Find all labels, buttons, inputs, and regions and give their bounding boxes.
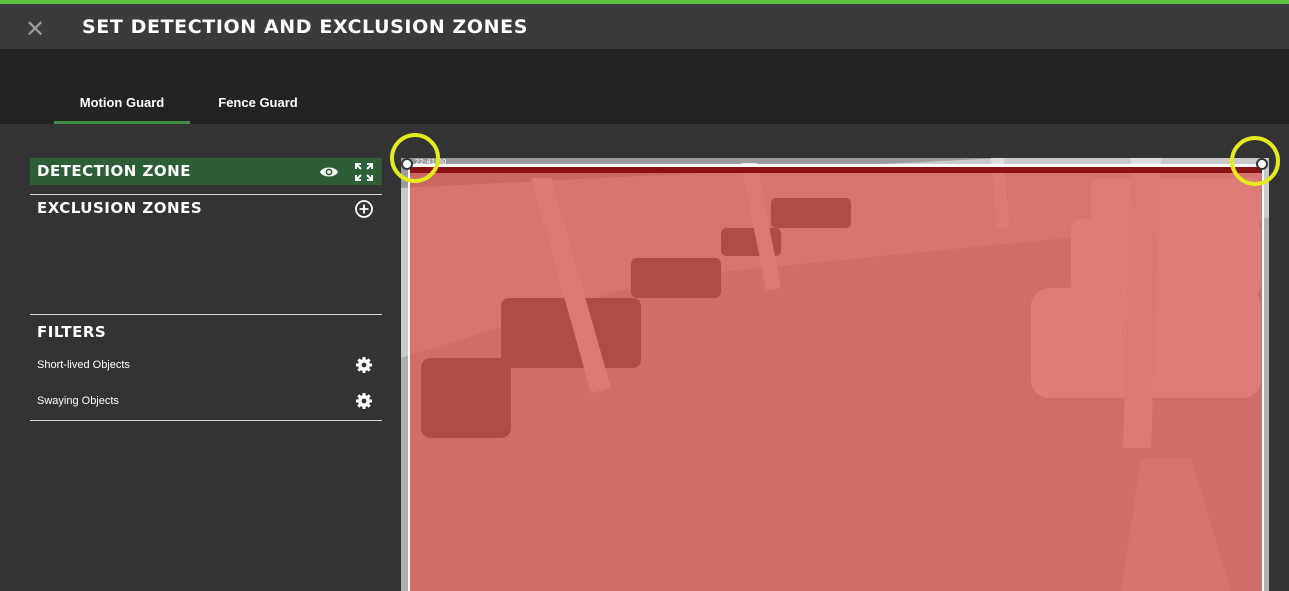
filter-label: Swaying Objects [37, 395, 119, 407]
eye-icon[interactable] [318, 158, 340, 185]
expand-icon[interactable] [354, 158, 374, 185]
detection-zone-row[interactable]: DETECTION ZONE [30, 158, 382, 185]
gear-icon[interactable] [354, 384, 374, 418]
filter-short-lived-objects: Short-lived Objects [30, 348, 382, 384]
zone-handle-top-right[interactable] [1256, 158, 1268, 170]
filter-swaying-objects: Swaying Objects [30, 384, 382, 420]
divider [30, 420, 382, 421]
page-title: SET DETECTION AND EXCLUSION ZONES [82, 16, 529, 38]
zone-handle-top-left[interactable] [401, 158, 413, 170]
add-circle-icon[interactable] [354, 195, 374, 222]
detection-zone-overlay[interactable] [408, 164, 1264, 591]
top-bar: ✕ SET DETECTION AND EXCLUSION ZONES [0, 0, 1289, 49]
detection-zone-label: DETECTION ZONE [37, 162, 191, 180]
filter-label: Short-lived Objects [37, 359, 130, 371]
tab-bar: Motion Guard Fence Guard [0, 49, 1289, 124]
camera-timestamp: 22:41:00 [415, 158, 447, 166]
gear-icon[interactable] [354, 348, 374, 382]
camera-view[interactable] [401, 158, 1269, 591]
filters-heading: FILTERS [37, 323, 107, 341]
tab-motion-guard[interactable]: Motion Guard [54, 95, 190, 124]
zone-top-edge [410, 167, 1262, 173]
tab-fence-guard[interactable]: Fence Guard [200, 95, 316, 124]
sidebar: DETECTION ZONE EXCLUSION ZONES FILTERS S… [30, 158, 382, 421]
exclusion-zones-label: EXCLUSION ZONES [37, 199, 203, 217]
close-icon[interactable]: ✕ [22, 17, 48, 43]
exclusion-zones-row: EXCLUSION ZONES [30, 195, 382, 222]
divider [30, 314, 382, 315]
exclusion-zones-list [30, 222, 382, 314]
